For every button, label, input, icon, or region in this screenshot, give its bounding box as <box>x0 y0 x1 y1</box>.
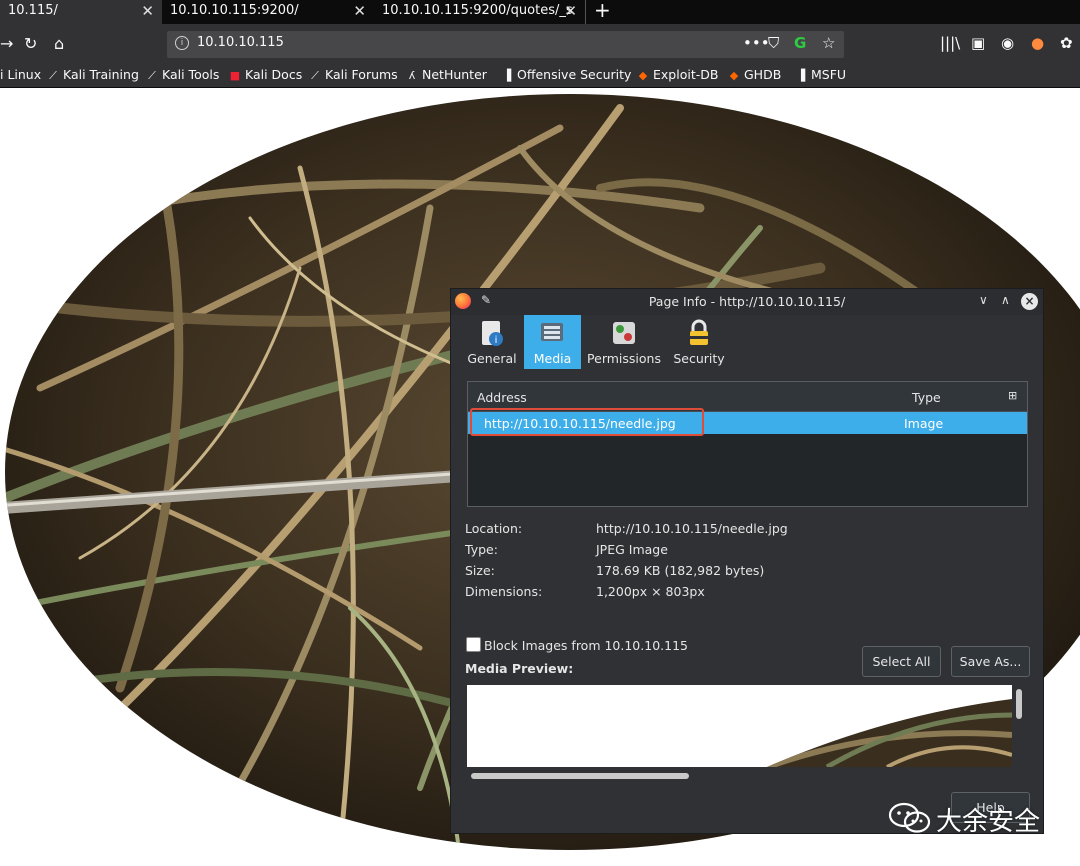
dialog-titlebar[interactable]: ✎ Page Info - http://10.10.10.115/ ∨ ∧ × <box>451 289 1043 315</box>
kali-docs-icon: ■ <box>229 69 241 82</box>
kali-dragon-icon: ⟋ <box>311 69 319 82</box>
column-header-type[interactable]: Type <box>912 390 941 405</box>
page-actions-icon[interactable]: ••• <box>743 34 770 52</box>
preview-horizontal-scrollbar[interactable] <box>471 773 689 779</box>
type-value: JPEG Image <box>596 542 668 557</box>
watermark-text: 大余安全 <box>936 807 1041 837</box>
bookmark-item[interactable]: ◆ GHDB <box>727 67 782 82</box>
column-picker-icon[interactable]: ⊞ <box>1008 389 1017 402</box>
wechat-icon <box>888 802 931 833</box>
close-tab-icon[interactable]: ✕ <box>141 0 154 22</box>
pocket-icon[interactable]: ⛉ <box>768 34 779 52</box>
bookmarks-toolbar: i Linux ⟋ Kali Training ⟋ Kali Tools ■ Kali… <box>0 64 1080 88</box>
navigation-toolbar: → ↻ ⌂ i 10.10.10.115 ••• ⛉ G ☆ |||\ ▣ ◉ … <box>0 24 1080 64</box>
close-tab-icon[interactable]: ✕ <box>353 0 366 22</box>
kali-dragon-icon: ⟋ <box>49 69 57 82</box>
size-value: 178.69 KB (182,982 bytes) <box>596 563 765 578</box>
media-type: Image <box>904 416 944 431</box>
tab-general[interactable]: i General <box>463 315 521 369</box>
tab-title: 10.115/ <box>8 3 58 18</box>
url-bar[interactable]: i 10.10.10.115 ••• ⛉ G ☆ <box>167 31 844 58</box>
bookmark-item[interactable]: ʎ NetHunter <box>405 67 487 82</box>
home-icon[interactable]: ⌂ <box>54 34 64 54</box>
tab-permissions[interactable]: Permissions <box>585 315 663 369</box>
browser-tab[interactable]: 10.10.10.115:9200/ ✕ <box>162 0 374 24</box>
bookmark-item[interactable]: ⟋ Kali Tools <box>145 67 219 83</box>
grammarly-icon[interactable]: G <box>794 34 806 52</box>
media-icon <box>540 323 563 341</box>
type-label: Type: <box>465 542 498 557</box>
minimize-icon[interactable]: ∨ <box>979 293 988 307</box>
location-value: http://10.10.10.115/needle.jpg <box>596 521 788 536</box>
sidebar-icon[interactable]: ▣ <box>971 34 985 52</box>
page-info-dialog: ✎ Page Info - http://10.10.10.115/ ∨ ∧ ×… <box>450 288 1044 834</box>
account-icon[interactable]: ◉ <box>1001 34 1014 52</box>
media-list[interactable]: Address Type ⊞ http://10.10.10.115/needl… <box>467 381 1028 507</box>
block-images-checkbox[interactable] <box>466 637 481 652</box>
kali-dragon-icon: ⟋ <box>148 69 156 82</box>
bookmark-item[interactable]: ▐ MSFU <box>794 67 846 82</box>
maximize-icon[interactable]: ∧ <box>1001 293 1010 307</box>
new-tab-icon[interactable]: + <box>594 0 611 22</box>
reload-icon[interactable]: ↻ <box>24 34 37 54</box>
tab-media[interactable]: Media <box>524 315 581 369</box>
dialog-title: Page Info - http://10.10.10.115/ <box>648 294 846 309</box>
preview-image <box>767 699 1012 767</box>
extension-icon[interactable]: ● <box>1031 34 1044 52</box>
offsec-icon: ▐ <box>502 69 512 82</box>
preview-vertical-scrollbar[interactable] <box>1016 689 1022 719</box>
bookmark-item[interactable]: ⟋ Kali Training <box>46 67 139 83</box>
menu-icon[interactable]: ✿ <box>1060 34 1073 52</box>
bookmark-item[interactable]: ▐ Offensive Security <box>500 67 632 82</box>
bookmark-item[interactable]: ■ Kali Docs <box>228 67 302 82</box>
library-icon[interactable]: |||\ <box>940 34 960 52</box>
nethunter-icon: ʎ <box>408 69 416 82</box>
tab-title: 10.10.10.115:9200/ <box>170 3 299 18</box>
site-info-icon[interactable]: i <box>175 36 189 50</box>
tab-security[interactable]: Security <box>669 315 729 369</box>
lock-icon <box>690 319 708 345</box>
bookmark-item[interactable]: ◆ Exploit-DB <box>636 67 719 82</box>
media-preview <box>467 685 1012 767</box>
column-header-address[interactable]: Address <box>477 390 527 405</box>
close-tab-icon[interactable]: ✕ <box>564 0 577 22</box>
dimensions-label: Dimensions: <box>465 584 543 599</box>
url-text[interactable]: 10.10.10.115 <box>197 35 284 50</box>
location-label: Location: <box>465 521 523 536</box>
svg-text:i: i <box>495 335 498 346</box>
exploit-db-icon: ◆ <box>638 69 648 82</box>
forward-icon[interactable]: → <box>0 34 13 54</box>
msfu-icon: ▐ <box>796 69 806 82</box>
save-as-button[interactable]: Save As... <box>951 646 1030 677</box>
document-info-icon: i <box>482 321 503 346</box>
bookmark-item[interactable]: ⟋ Kali Forums <box>308 67 398 83</box>
ghdb-icon: ◆ <box>729 69 739 82</box>
select-all-button[interactable]: Select All <box>862 646 941 677</box>
tab-bar: 10.115/ ✕ 10.10.10.115:9200/ ✕ 10.10.10.… <box>0 0 1080 24</box>
bookmark-star-icon[interactable]: ☆ <box>822 34 835 52</box>
tab-title: 10.10.10.115:9200/quotes/_s <box>382 3 573 18</box>
size-label: Size: <box>465 563 495 578</box>
dimensions-value: 1,200px × 803px <box>596 584 705 599</box>
media-preview-heading: Media Preview: <box>465 661 574 676</box>
bookmark-item[interactable]: i Linux <box>0 67 41 82</box>
close-dialog-icon[interactable]: × <box>1021 293 1038 310</box>
highlight-annotation <box>470 408 704 436</box>
browser-tab[interactable]: 10.10.10.115:9200/quotes/_s ✕ <box>374 0 586 24</box>
permissions-icon <box>613 322 635 344</box>
browser-tab[interactable]: 10.115/ ✕ <box>0 0 162 24</box>
block-images-label[interactable]: Block Images from 10.10.10.115 <box>484 638 688 653</box>
